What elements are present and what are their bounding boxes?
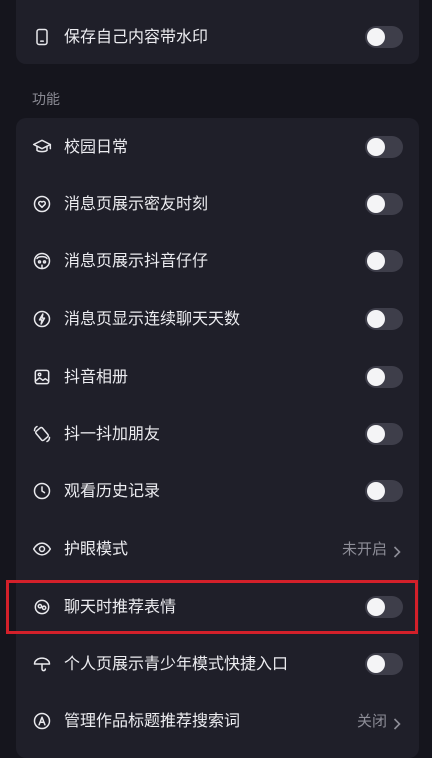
- status-value: 未开启: [341, 540, 387, 558]
- letter-a-icon: [31, 710, 53, 732]
- toggle-knob: [367, 481, 385, 500]
- graduation-cap-icon: [31, 136, 53, 158]
- title-search-words-status[interactable]: 关闭: [357, 710, 401, 731]
- setting-row-eye-protection[interactable]: 护眼模式 未开启: [16, 520, 419, 577]
- toggle-knob: [367, 424, 385, 443]
- setting-row-chat-sticker-suggest[interactable]: 聊天时推荐表情: [16, 578, 419, 635]
- campus-daily-toggle[interactable]: [365, 135, 403, 158]
- setting-row-watermark[interactable]: 保存自己内容带水印: [16, 8, 419, 64]
- section-title-features: 功能: [32, 92, 60, 108]
- eye-protection-status[interactable]: 未开启: [342, 538, 401, 559]
- setting-label: 消息页展示密友时刻: [64, 193, 209, 213]
- image-icon: [31, 366, 53, 388]
- toggle-knob: [367, 27, 385, 46]
- setting-label: 校园日常: [64, 136, 129, 156]
- setting-row-close-friends-moment[interactable]: 消息页展示密友时刻: [16, 175, 419, 232]
- toggle-knob: [367, 194, 385, 213]
- setting-row-teen-mode-entry[interactable]: 个人页展示青少年模式快捷入口: [16, 635, 419, 692]
- setting-label: 护眼模式: [64, 538, 129, 558]
- teen-mode-entry-toggle[interactable]: [365, 652, 403, 675]
- shake-add-friend-toggle[interactable]: [365, 422, 403, 445]
- mascot-icon: [31, 250, 53, 272]
- setting-row-chat-streak[interactable]: 消息页显示连续聊天天数: [16, 290, 419, 347]
- douyin-album-toggle[interactable]: [365, 365, 403, 388]
- toggle-knob: [367, 309, 385, 328]
- heart-circle-icon: [31, 193, 53, 215]
- toggle-knob: [367, 367, 385, 386]
- setting-row-campus-daily[interactable]: 校园日常: [16, 118, 419, 175]
- setting-row-title-search-words[interactable]: 管理作品标题推荐搜索词 关闭: [16, 692, 419, 749]
- toggle-knob: [367, 137, 385, 156]
- clock-icon: [31, 480, 53, 502]
- chevron-right-icon: [393, 543, 401, 558]
- sticker-icon: [31, 596, 53, 618]
- status-value: 关闭: [356, 712, 387, 730]
- setting-label: 抖音相册: [64, 366, 129, 386]
- chat-sticker-suggest-toggle[interactable]: [365, 595, 403, 618]
- setting-label: 消息页显示连续聊天天数: [64, 308, 241, 328]
- flame-icon: [31, 308, 53, 330]
- toggle-knob: [367, 597, 385, 616]
- close-friends-moment-toggle[interactable]: [365, 192, 403, 215]
- setting-label: 观看历史记录: [64, 480, 161, 500]
- setting-label: 抖一抖加朋友: [64, 423, 161, 443]
- setting-label: 个人页展示青少年模式快捷入口: [64, 653, 289, 673]
- setting-row-watch-history[interactable]: 观看历史记录: [16, 462, 419, 519]
- toggle-knob: [367, 654, 385, 673]
- setting-label: 管理作品标题推荐搜索词: [64, 710, 241, 730]
- watch-history-toggle[interactable]: [365, 479, 403, 502]
- features-settings-card: 校园日常 消息页展示密友时刻 消息页展示抖音仔仔 消息页显示连续聊天天数 抖音相…: [16, 118, 419, 758]
- watermark-toggle[interactable]: [365, 25, 403, 48]
- shake-phone-icon: [31, 423, 53, 445]
- setting-label: 消息页展示抖音仔仔: [64, 250, 209, 270]
- setting-row-shake-add-friend[interactable]: 抖一抖加朋友: [16, 405, 419, 462]
- eye-icon: [31, 538, 53, 560]
- umbrella-icon: [31, 653, 53, 675]
- top-settings-card: 保存自己内容带水印: [16, 0, 419, 64]
- phone-icon: [31, 26, 53, 48]
- chat-streak-toggle[interactable]: [365, 307, 403, 330]
- setting-row-douyin-album[interactable]: 抖音相册: [16, 348, 419, 405]
- setting-label: 聊天时推荐表情: [64, 596, 177, 616]
- setting-label: 保存自己内容带水印: [64, 26, 209, 46]
- douyin-zaizai-toggle[interactable]: [365, 249, 403, 272]
- setting-row-douyin-zaizai[interactable]: 消息页展示抖音仔仔: [16, 232, 419, 289]
- toggle-knob: [367, 251, 385, 270]
